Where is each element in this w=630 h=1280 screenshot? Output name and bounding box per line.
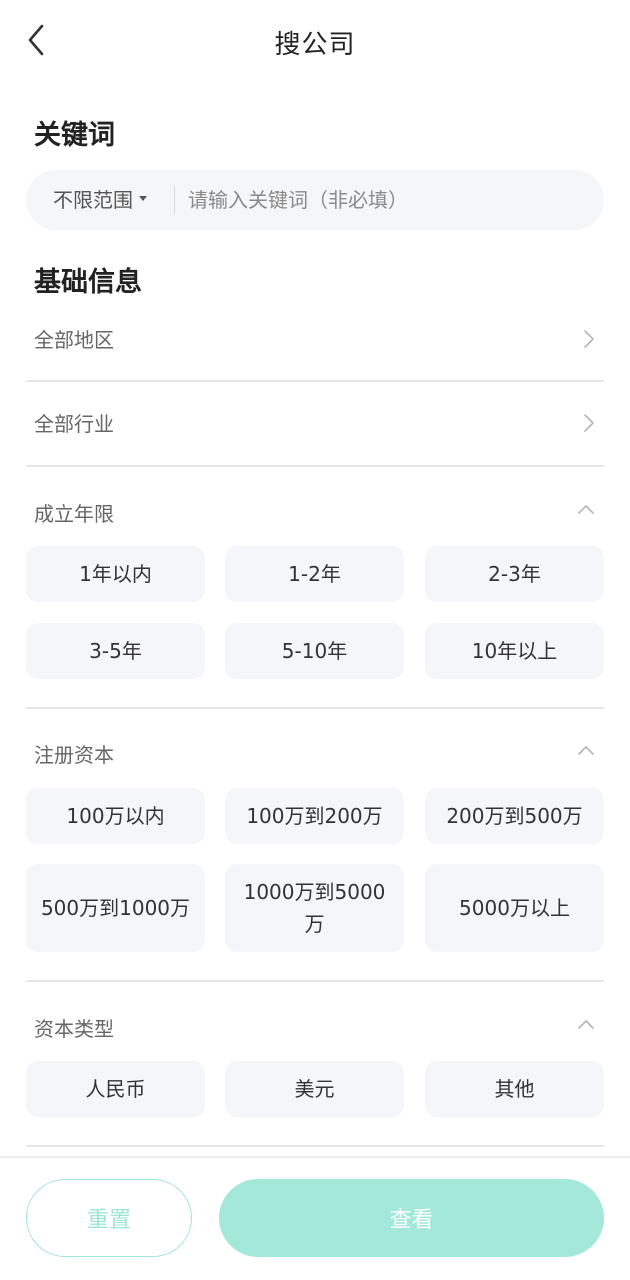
region-label: 全部地区 [34,328,114,352]
chevron-up-icon [578,1020,594,1029]
capital-option[interactable]: 100万以内 [26,788,205,844]
divider [26,465,604,467]
industry-selector[interactable]: 全部行业 [26,382,604,466]
years-label: 成立年限 [34,502,114,526]
keyword-section-title: 关键词 [34,120,115,151]
capital-type-label: 资本类型 [34,1017,114,1041]
capital-label: 注册资本 [34,743,114,767]
page-title: 搜公司 [274,30,356,60]
basic-info-section-title: 基础信息 [34,267,142,298]
chevron-right-icon [584,414,594,432]
region-selector[interactable]: 全部地区 [26,298,604,382]
reset-button[interactable]: 重置 [26,1179,192,1257]
chevron-right-icon [584,330,594,348]
years-option[interactable]: 3-5年 [26,623,205,679]
footer-divider [0,1156,630,1158]
nav-bar: 搜公司 [0,0,630,88]
industry-label: 全部行业 [34,412,114,436]
capital-group-header[interactable]: 注册资本 [26,729,604,773]
divider [26,1145,604,1147]
capital-type-option[interactable]: 美元 [225,1061,404,1117]
capital-option[interactable]: 200万到500万 [425,788,604,844]
capital-option[interactable]: 100万到200万 [225,788,404,844]
years-option[interactable]: 10年以上 [425,623,604,679]
divider [26,980,604,982]
caret-down-icon [139,196,147,201]
years-option[interactable]: 1年以内 [26,546,205,602]
divider [26,707,604,709]
scope-label: 不限范围 [53,188,133,212]
view-button[interactable]: 查看 [219,1179,604,1257]
chevron-up-icon [578,505,594,514]
capital-type-group-header[interactable]: 资本类型 [26,1003,604,1047]
chevron-up-icon [578,746,594,755]
capital-option[interactable]: 1000万到5000万 [225,864,404,952]
capital-type-option[interactable]: 人民币 [26,1061,205,1117]
search-divider [174,186,175,214]
years-option[interactable]: 5-10年 [225,623,404,679]
keyword-input[interactable] [188,170,588,230]
capital-option[interactable]: 5000万以上 [425,864,604,952]
scope-dropdown[interactable]: 不限范围 [53,170,147,230]
keyword-search-bar: 不限范围 [26,170,604,230]
capital-option[interactable]: 500万到1000万 [26,864,205,952]
capital-type-option[interactable]: 其他 [425,1061,604,1117]
years-option[interactable]: 2-3年 [425,546,604,602]
years-option[interactable]: 1-2年 [225,546,404,602]
years-group-header[interactable]: 成立年限 [26,488,604,532]
